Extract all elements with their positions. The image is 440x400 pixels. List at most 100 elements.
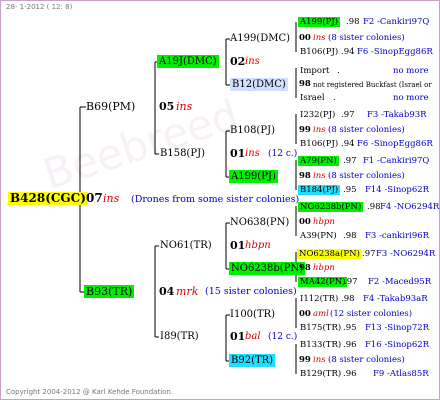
g3-note: (8 sister colonies) <box>328 355 405 365</box>
g3-queen-id[interactable]: B12(DMC) <box>230 78 288 91</box>
root-queen-id[interactable]: B428(CGC) <box>8 192 88 205</box>
g3-note: (8 sister colonies) <box>328 33 405 43</box>
g3-queen-id[interactable]: A199(DMC) <box>230 32 290 45</box>
g2-note: (12 c.) <box>268 332 298 342</box>
g4-queen-id[interactable]: B175(TR) <box>300 323 341 333</box>
g4-year: .97 <box>343 156 357 166</box>
g4-year: .98 <box>343 231 357 241</box>
g4-queen-id[interactable]: A79(PN) <box>298 156 339 166</box>
g4-location: F3 -NO6294R <box>376 249 436 259</box>
g1-note: (15 sister colonies) <box>205 286 297 297</box>
g4-queen-id[interactable]: Import <box>300 66 329 76</box>
g3-note: (12 sister colonies) <box>330 309 413 319</box>
g3-year: 98 <box>299 171 311 181</box>
g4-location: no more <box>393 93 429 103</box>
g4-location: F6 -SinopEgg86R <box>357 47 433 57</box>
g3-note: (8 sister colonies) <box>328 171 405 181</box>
g4-year: . <box>333 93 336 103</box>
g4-queen-id[interactable]: B106(PJ) <box>300 139 338 149</box>
g4-queen-id[interactable]: B133(TR) <box>300 340 341 350</box>
g2-year: 01 <box>230 330 246 343</box>
g3-year: 98 <box>299 263 311 273</box>
g1-year: 05 <box>159 100 175 113</box>
g3-breed: ins <box>313 125 326 135</box>
root-year: 07 <box>86 191 103 205</box>
g3-year: 98 <box>299 79 311 89</box>
g3-breed: ins <box>313 171 326 181</box>
g4-location: F13 -Sinop72R <box>365 323 430 333</box>
g2-queen-id[interactable]: A19J(DMC) <box>157 55 219 68</box>
g2-breed: ins <box>245 56 260 67</box>
g3-note: (8 sister colonies) <box>328 125 405 135</box>
g4-year: . <box>337 66 340 76</box>
g3-breed: ins <box>313 355 326 365</box>
root-breed: ins <box>103 192 120 205</box>
g4-location: F14 -Sinop62R <box>365 185 430 195</box>
g3-breed: hbpn <box>313 217 335 227</box>
g1-breed: mrk <box>176 285 199 298</box>
g4-year: .98 <box>341 294 355 304</box>
g4-location: F9 -Atlas85R <box>373 369 429 379</box>
g3-breed: ins <box>313 33 326 43</box>
g3-year: 00 <box>299 309 311 319</box>
g4-queen-id[interactable]: NO6238a(PN) <box>297 249 362 259</box>
g4-year: .94 <box>341 139 355 149</box>
g2-year: 01 <box>230 239 246 252</box>
g2-note: (12 c.) <box>268 149 298 159</box>
g3-queen-id[interactable]: NO638(PN) <box>230 216 289 229</box>
g4-queen-id[interactable]: B106(PJ) <box>300 47 338 57</box>
g3-year: 99 <box>299 355 311 365</box>
g3-breed: hbpn <box>313 263 335 273</box>
g3-queen-id[interactable]: NO6238b(PN) <box>229 262 306 275</box>
g3-queen-id[interactable]: I100(TR) <box>230 308 275 321</box>
g4-location: F1 -Cankiri97Q <box>363 156 430 166</box>
g4-year: .98 <box>367 202 381 212</box>
g2-queen-id[interactable]: I89(TR) <box>160 330 199 343</box>
g2-breed: hbpn <box>245 240 271 251</box>
g4-year: .95 <box>343 323 357 333</box>
g3-year: 99 <box>299 125 311 135</box>
g1-year: 04 <box>159 285 175 298</box>
g4-queen-id[interactable]: I232(PJ) <box>300 110 335 120</box>
g4-location: F16 -Sinop62R <box>365 340 430 350</box>
g4-year: .98 <box>346 17 360 27</box>
g4-location: F4 -Takab93aR <box>363 294 428 304</box>
g2-breed: ins <box>245 148 260 159</box>
g1-queen-id[interactable]: B69(PM) <box>86 100 135 113</box>
g4-queen-id[interactable]: B129(TR) <box>300 369 341 379</box>
g3-queen-id[interactable]: B108(PJ) <box>230 124 275 137</box>
g4-year: .96 <box>343 340 357 350</box>
g4-location: F3 -cankiri96R <box>365 231 430 241</box>
g4-queen-id[interactable]: A199(PJ) <box>298 17 341 27</box>
g2-queen-id[interactable]: B158(PJ) <box>160 147 205 160</box>
g1-breed: ins <box>176 100 193 113</box>
g2-queen-id[interactable]: NO61(TR) <box>160 239 212 252</box>
g4-queen-id[interactable]: NO6238b(PN) <box>298 202 364 212</box>
g4-queen-id[interactable]: MA42(PN) <box>298 277 348 287</box>
g3-queen-id[interactable]: A199(PJ) <box>229 170 278 183</box>
g4-location: F4 -NO6294R <box>380 202 440 212</box>
root-note: (Drones from some sister colonies) <box>131 194 300 205</box>
g4-location: no more <box>393 66 429 76</box>
g4-location: F6 -SinopEgg86R <box>357 139 433 149</box>
g4-queen-id[interactable]: A39(PN) <box>300 231 337 241</box>
g4-year: .95 <box>343 185 357 195</box>
g4-queen-id[interactable]: B184(PJ) <box>298 185 341 195</box>
g4-year: .97 <box>344 277 358 287</box>
g3-year: 00 <box>299 33 311 43</box>
g4-location: F3 -Takab93R <box>367 110 427 120</box>
g2-year: 01 <box>230 147 246 160</box>
g4-queen-id[interactable]: I112(TR) <box>300 294 338 304</box>
g4-location: F2 -Cankiri97Q <box>363 17 430 27</box>
g2-year: 02 <box>230 55 246 68</box>
g3-breed: aml <box>313 309 329 319</box>
g4-year: .97 <box>362 249 376 259</box>
g4-year: .97 <box>341 110 355 120</box>
g1-queen-id[interactable]: B93(TR) <box>84 285 135 298</box>
g3-year: 00 <box>299 217 311 227</box>
g3-queen-id[interactable]: B92(TR) <box>229 354 276 367</box>
g4-year: .96 <box>343 369 357 379</box>
g3-note: not registered Buckfast (Israel or <box>313 81 432 89</box>
g4-queen-id[interactable]: Israel <box>300 93 325 103</box>
g2-breed: bal <box>245 331 261 342</box>
